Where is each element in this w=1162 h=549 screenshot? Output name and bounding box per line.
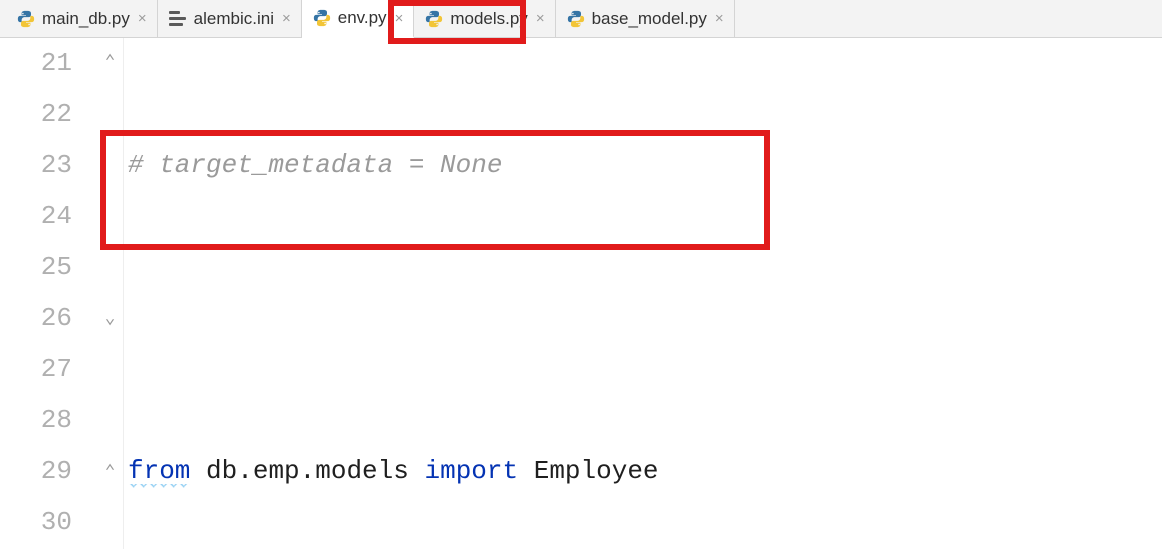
line-number-gutter: 21222324252627282930 <box>0 38 98 549</box>
tab-label: base_model.py <box>592 9 707 29</box>
line-number: 25 <box>0 242 72 293</box>
code-line-23[interactable]: from db.emp.models import Employee <box>124 446 1162 497</box>
line-number: 28 <box>0 395 72 446</box>
tab-label: env.py <box>338 8 387 28</box>
line-number: 22 <box>0 89 72 140</box>
tab-env[interactable]: env.py × <box>302 0 415 38</box>
tab-bar: main_db.py × alembic.ini × env.py × mode… <box>0 0 1162 38</box>
fold-column: ⌃ ⌄ ⌃ <box>98 38 124 549</box>
fold-up-icon[interactable]: ⌃ <box>101 464 119 482</box>
tab-base-model[interactable]: base_model.py × <box>556 0 735 37</box>
python-file-icon <box>16 9 36 29</box>
python-file-icon <box>566 9 586 29</box>
python-file-icon <box>424 9 444 29</box>
line-number: 26 <box>0 293 72 344</box>
close-icon[interactable]: × <box>393 10 406 27</box>
close-icon[interactable]: × <box>280 10 293 27</box>
fold-up-icon[interactable]: ⌃ <box>101 54 119 72</box>
line-number: 23 <box>0 140 72 191</box>
tab-alembic-ini[interactable]: alembic.ini × <box>158 0 302 37</box>
tab-main-db[interactable]: main_db.py × <box>6 0 158 37</box>
tab-label: main_db.py <box>42 9 130 29</box>
code-content[interactable]: # target_metadata = None from db.emp.mod… <box>124 38 1162 549</box>
close-icon[interactable]: × <box>534 10 547 27</box>
code-line-22[interactable] <box>124 293 1162 344</box>
close-icon[interactable]: × <box>713 10 726 27</box>
close-icon[interactable]: × <box>136 10 149 27</box>
code-editor[interactable]: 21222324252627282930 ⌃ ⌄ ⌃ # target_meta… <box>0 38 1162 549</box>
line-number: 21 <box>0 38 72 89</box>
line-number: 29 <box>0 446 72 497</box>
line-number: 27 <box>0 344 72 395</box>
tab-models[interactable]: models.py × <box>414 0 555 37</box>
code-line-21[interactable]: # target_metadata = None <box>124 140 1162 191</box>
python-file-icon <box>312 8 332 28</box>
fold-down-icon[interactable]: ⌄ <box>101 310 119 328</box>
ini-file-icon <box>168 9 188 29</box>
tab-label: alembic.ini <box>194 9 274 29</box>
line-number: 30 <box>0 497 72 548</box>
line-number: 24 <box>0 191 72 242</box>
tab-label: models.py <box>450 9 527 29</box>
